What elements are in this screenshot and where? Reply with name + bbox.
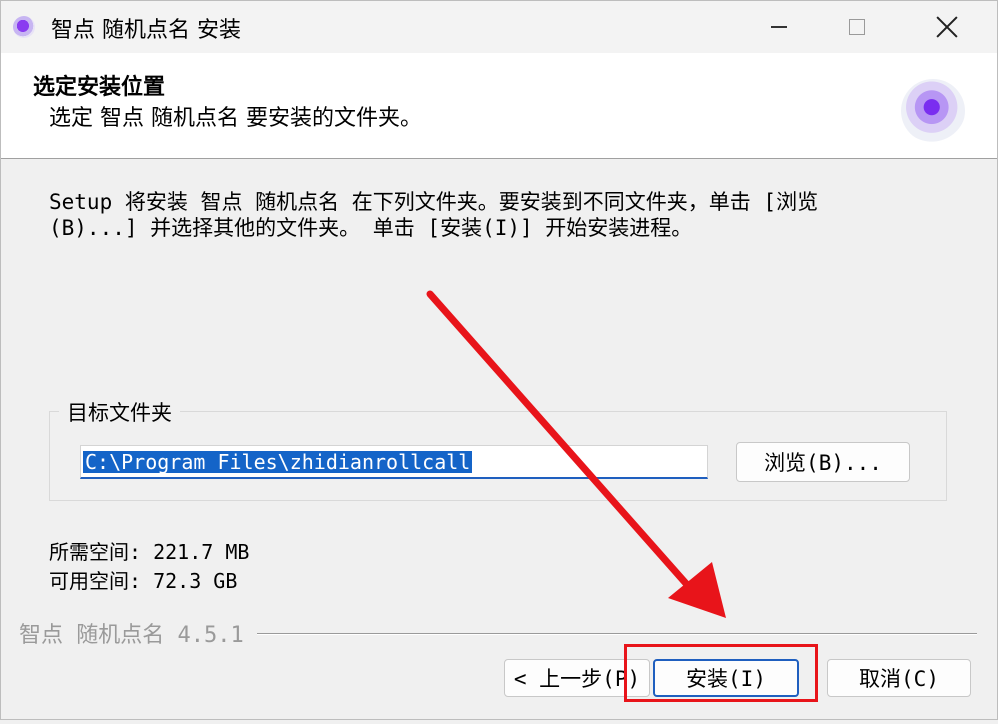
space-available: 可用空间: 72.3 GB [49,569,238,593]
install-path-input[interactable]: C:\Program Files\zhidianrollcall [80,445,708,479]
cancel-button[interactable]: 取消(C) [827,659,971,697]
window-title: 智点 随机点名 安装 [51,18,241,43]
browse-button[interactable]: 浏览(B)... [736,442,910,482]
page-title: 选定安装位置 [33,75,166,100]
close-icon [935,15,959,39]
back-button[interactable]: < 上一步(P) [504,659,650,697]
footer-separator [257,633,977,635]
description-line-1: Setup 将安装 智点 随机点名 在下列文件夹。要安装到不同文件夹，单击 [浏… [49,190,819,214]
description: Setup 将安装 智点 随机点名 在下列文件夹。要安装到不同文件夹，单击 [浏… [49,189,929,241]
installer-window: 智点 随机点名 安装 选定安装位置 选定 智点 随机点名 要安装的文件夹。 Se… [0,0,998,720]
description-line-2: (B)...] 并选择其他的文件夹。 单击 [安装(I)] 开始安装进程。 [49,216,693,240]
minimize-button[interactable] [749,1,809,53]
maximize-icon [849,19,865,35]
install-button[interactable]: 安装(I) [653,659,799,697]
page-subtitle: 选定 智点 随机点名 要安装的文件夹。 [49,106,422,131]
destination-folder-label: 目标文件夹 [59,397,180,427]
brand-version: 智点 随机点名 4.5.1 [19,617,254,649]
page-header: 选定安装位置 选定 智点 随机点名 要安装的文件夹。 [1,53,997,159]
app-logo [901,79,965,143]
close-button[interactable] [917,1,977,53]
app-icon [13,16,35,38]
title-bar: 智点 随机点名 安装 [1,1,997,53]
space-required: 所需空间: 221.7 MB [49,540,250,564]
install-path-value: C:\Program Files\zhidianrollcall [83,450,473,474]
maximize-button [827,1,887,53]
minimize-icon [771,26,787,28]
